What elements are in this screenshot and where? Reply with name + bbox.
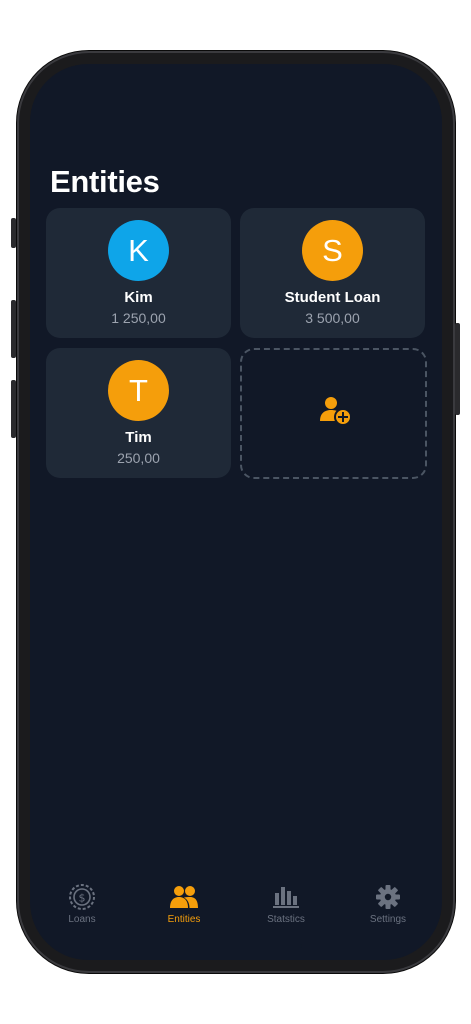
avatar: K [108, 220, 169, 281]
entity-amount: 1 250,00 [111, 310, 166, 326]
tab-entities[interactable]: Entities [139, 874, 229, 930]
volume-up-button [11, 300, 16, 358]
entity-name: Kim [124, 289, 153, 306]
tab-label: Settings [369, 914, 407, 925]
person-add-icon [320, 397, 352, 426]
svg-text:$: $ [79, 892, 86, 905]
tab-label: Entities [167, 914, 201, 925]
gear-icon [376, 885, 400, 909]
people-icon [170, 886, 198, 908]
tab-label: Loans [68, 914, 96, 925]
tab-statistics[interactable]: Statstics [241, 874, 331, 930]
power-button [455, 323, 460, 415]
tab-bar: $ Loans Entities Statstics Settings [30, 874, 442, 934]
home-indicator [170, 944, 302, 948]
entity-card-kim[interactable]: K Kim 1 250,00 [46, 208, 231, 338]
entity-card-student-loan[interactable]: S Student Loan 3 500,00 [240, 208, 425, 338]
app-screen: Entities K Kim 1 250,00 S Student Loan 3… [30, 64, 442, 960]
avatar: T [108, 360, 169, 421]
add-entity-button[interactable] [240, 348, 427, 479]
tab-label: Statstics [267, 914, 305, 925]
page-title: Entities [50, 164, 160, 199]
volume-down-button [11, 380, 16, 438]
avatar: S [302, 220, 363, 281]
entity-name: Tim [125, 429, 152, 446]
entity-name: Student Loan [284, 289, 381, 306]
entity-amount: 250,00 [117, 450, 160, 466]
tab-loans[interactable]: $ Loans [37, 874, 127, 930]
tab-settings[interactable]: Settings [343, 874, 433, 930]
bar-chart-icon [273, 887, 299, 908]
mute-switch [11, 218, 16, 248]
entity-amount: 3 500,00 [305, 310, 360, 326]
dollar-coin-icon: $ [69, 884, 95, 910]
entity-card-tim[interactable]: T Tim 250,00 [46, 348, 231, 478]
